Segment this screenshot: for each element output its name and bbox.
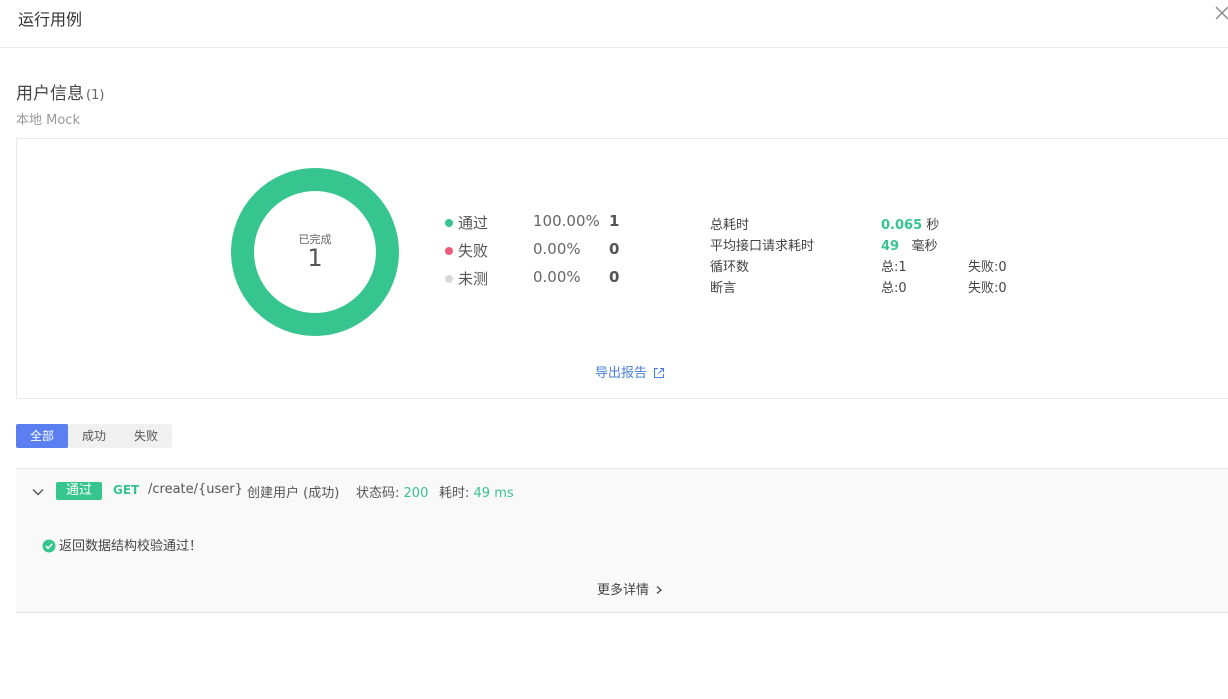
avg-time-value: 49 毫秒 — [881, 239, 938, 254]
avg-time-label: 平均接口请求耗时 — [710, 239, 815, 254]
filter-success-button[interactable]: 成功 — [68, 424, 120, 448]
chevron-down-icon[interactable] — [31, 485, 45, 499]
summary-panel: 已完成 1 通过 100.00% 1 失败 0.00% 0 未测 0.00% 0… — [16, 138, 1228, 399]
result-case-name: 创建用户 (成功) — [247, 486, 340, 501]
dialog-header: 运行用例 — [0, 0, 1228, 48]
result-status-tag: 通过 — [56, 482, 103, 500]
more-details-link[interactable]: 更多详情 — [597, 579, 663, 598]
fail-dot-icon — [445, 247, 453, 255]
legend-fail-label: 失败 — [458, 242, 489, 260]
case-environment: 本地 Mock — [16, 113, 80, 128]
legend-pass-count: 1 — [609, 212, 620, 230]
total-time-label: 总耗时 — [710, 218, 750, 233]
result-item: 通过 GET /create/{user} 创建用户 (成功) 状态码: 200… — [16, 468, 1228, 613]
more-details-label: 更多详情 — [597, 583, 650, 598]
check-circle-icon — [42, 539, 56, 553]
dialog-title: 运行用例 — [18, 10, 83, 29]
case-count: (1) — [86, 88, 105, 103]
close-icon[interactable] — [1212, 3, 1228, 23]
status-code: 状态码: 200 — [356, 486, 429, 501]
request-method: GET — [113, 483, 140, 497]
untested-dot-icon — [445, 275, 453, 283]
legend-untested-percent: 0.00% — [533, 268, 581, 286]
pass-dot-icon — [445, 219, 453, 227]
result-filter-group: 全部 成功 失败 — [16, 424, 173, 448]
elapsed-time: 耗时: 49 ms — [439, 486, 514, 501]
legend-untested-count: 0 — [609, 268, 620, 286]
case-name: 用户信息 — [16, 84, 84, 104]
assertion-text: 返回数据结构校验通过！ — [59, 539, 203, 554]
loops-total: 总:1 — [881, 260, 907, 275]
donut-value: 1 — [307, 244, 323, 272]
request-path: /create/{user} — [148, 482, 243, 497]
legend-fail-percent: 0.00% — [533, 240, 581, 258]
export-report-label: 导出报告 — [595, 366, 648, 381]
assertions-label: 断言 — [710, 281, 737, 296]
filter-fail-button[interactable]: 失败 — [120, 424, 172, 448]
export-report-link[interactable]: 导出报告 — [595, 362, 665, 381]
loops-failed: 失败:0 — [968, 260, 1007, 275]
loops-label: 循环数 — [710, 260, 750, 275]
case-title: 用户信息 (1) — [16, 79, 104, 104]
legend-untested-label: 未测 — [458, 270, 489, 288]
legend-pass-percent: 100.00% — [533, 212, 600, 230]
chevron-right-icon — [656, 586, 663, 594]
legend-fail-count: 0 — [609, 240, 620, 258]
legend-pass-label: 通过 — [458, 214, 489, 232]
assertions-total: 总:0 — [881, 281, 907, 296]
assertion-result: 返回数据结构校验通过！ — [42, 535, 202, 554]
total-time-value: 0.065 秒 — [881, 218, 940, 233]
external-link-icon — [653, 367, 665, 379]
assertions-failed: 失败:0 — [968, 281, 1007, 296]
filter-all-button[interactable]: 全部 — [16, 424, 69, 448]
